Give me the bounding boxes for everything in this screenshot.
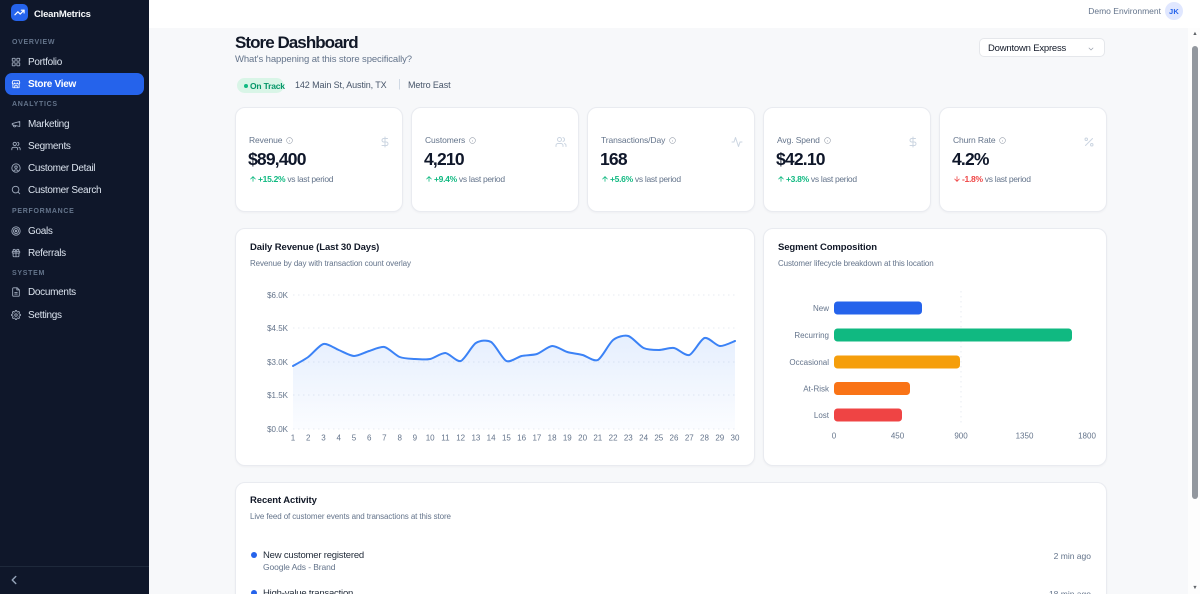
svg-text:Recurring: Recurring (794, 331, 829, 340)
svg-text:0: 0 (832, 432, 837, 441)
svg-text:1: 1 (291, 434, 296, 443)
svg-text:10: 10 (426, 434, 435, 443)
svg-text:3: 3 (321, 434, 326, 443)
svg-text:13: 13 (471, 434, 480, 443)
svg-text:30: 30 (731, 434, 740, 443)
svg-text:19: 19 (563, 434, 572, 443)
svg-text:23: 23 (624, 434, 633, 443)
svg-text:25: 25 (654, 434, 663, 443)
svg-text:8: 8 (397, 434, 402, 443)
svg-text:20: 20 (578, 434, 587, 443)
svg-text:450: 450 (891, 432, 905, 441)
svg-text:15: 15 (502, 434, 511, 443)
svg-text:New: New (813, 304, 829, 313)
svg-text:$1.5K: $1.5K (267, 391, 289, 400)
svg-text:2: 2 (306, 434, 311, 443)
svg-text:$0.0K: $0.0K (267, 425, 289, 434)
svg-text:17: 17 (532, 434, 541, 443)
svg-text:24: 24 (639, 434, 648, 443)
svg-text:$4.5K: $4.5K (267, 324, 289, 333)
svg-text:900: 900 (954, 432, 968, 441)
svg-text:18: 18 (548, 434, 557, 443)
svg-text:6: 6 (367, 434, 372, 443)
svg-text:28: 28 (700, 434, 709, 443)
svg-text:12: 12 (456, 434, 465, 443)
svg-text:1350: 1350 (1016, 432, 1034, 441)
svg-text:$6.0K: $6.0K (267, 291, 289, 300)
svg-text:26: 26 (670, 434, 679, 443)
svg-text:5: 5 (352, 434, 357, 443)
svg-text:29: 29 (715, 434, 724, 443)
svg-text:14: 14 (487, 434, 496, 443)
svg-text:11: 11 (441, 434, 450, 443)
svg-text:21: 21 (593, 434, 602, 443)
svg-text:4: 4 (336, 434, 341, 443)
svg-text:Lost: Lost (814, 411, 830, 420)
svg-text:27: 27 (685, 434, 694, 443)
svg-text:7: 7 (382, 434, 387, 443)
svg-text:16: 16 (517, 434, 526, 443)
svg-text:1800: 1800 (1078, 432, 1096, 441)
svg-text:$3.0K: $3.0K (267, 358, 289, 367)
svg-text:9: 9 (413, 434, 418, 443)
svg-text:22: 22 (609, 434, 618, 443)
svg-text:At-Risk: At-Risk (803, 385, 830, 394)
svg-text:Occasional: Occasional (789, 358, 829, 367)
